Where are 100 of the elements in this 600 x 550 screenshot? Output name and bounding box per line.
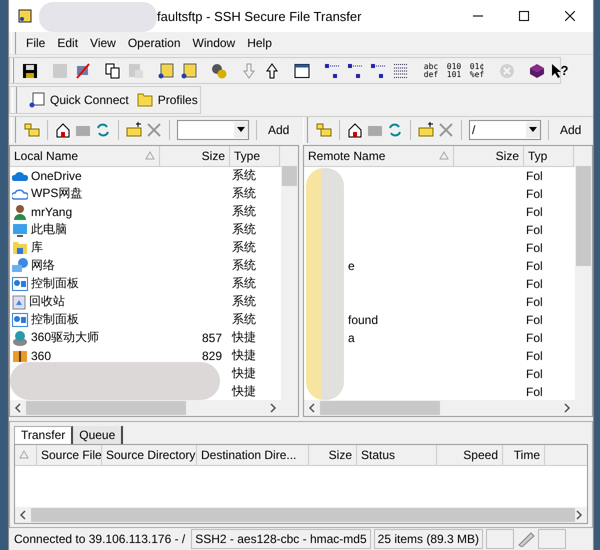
app-icon — [17, 8, 33, 24]
column-header[interactable]: Source Directory — [102, 444, 197, 465]
file-name[interactable]: a — [348, 330, 355, 345]
format-button[interactable]: abc def — [420, 60, 442, 82]
column-header[interactable]: Speed — [437, 444, 503, 465]
home-icon[interactable] — [55, 122, 71, 138]
profiles-button[interactable]: Profiles — [136, 89, 198, 112]
copy-icon[interactable] — [105, 62, 121, 79]
file-name[interactable]: 回收站 — [29, 293, 65, 310]
quick-connect-button[interactable]: Quick Connect — [29, 89, 129, 112]
menu-item[interactable]: Help — [241, 36, 278, 50]
folders-icon[interactable] — [24, 122, 40, 138]
status-text: 25 items (89.3 MB) — [374, 529, 484, 550]
file-name[interactable]: found — [348, 312, 378, 327]
window-icon[interactable] — [294, 62, 310, 79]
control-panel-icon — [12, 312, 28, 327]
close-icon[interactable] — [565, 11, 575, 21]
file-name[interactable]: 360驱动大师 — [31, 329, 100, 346]
column-header[interactable]: Typ — [524, 146, 574, 166]
column-header[interactable]: Remote Name — [304, 146, 454, 166]
file-name[interactable]: 此电脑 — [31, 221, 67, 238]
scroll-left-icon[interactable] — [308, 402, 316, 413]
tab[interactable]: Transfer — [14, 426, 74, 444]
column-header[interactable]: Size — [454, 146, 524, 166]
path-dropdown[interactable]: / — [469, 120, 541, 140]
upload-icon[interactable] — [264, 62, 280, 79]
minimize-icon[interactable] — [473, 15, 483, 17]
horizontal-scrollbar[interactable] — [15, 507, 587, 524]
column-header[interactable]: Size — [160, 146, 230, 166]
file-type: Fol — [526, 294, 543, 309]
file-type: Fol — [526, 366, 543, 381]
vertical-scrollbar[interactable] — [575, 146, 592, 416]
new-folder-icon[interactable] — [126, 122, 142, 138]
profile-icon[interactable] — [181, 62, 197, 79]
disk-icon — [12, 330, 28, 346]
file-size: 857 — [202, 330, 222, 345]
save-icon[interactable] — [22, 62, 38, 79]
grid-icon[interactable] — [393, 62, 409, 79]
column-header[interactable]: Destination Dire... — [197, 444, 309, 465]
file-name[interactable]: 控制面板 — [31, 275, 79, 292]
recycle-bin-icon — [12, 294, 26, 310]
list-icon[interactable] — [347, 62, 363, 79]
column-header[interactable]: Local Name — [10, 146, 160, 166]
vertical-scrollbar[interactable] — [281, 146, 298, 416]
status-text: SSH2 - aes128-cbc - hmac-md5 — [191, 529, 371, 550]
list-icon[interactable] — [324, 62, 340, 79]
file-type: 快捷 — [232, 383, 256, 400]
menu-item[interactable]: Window — [186, 36, 242, 50]
refresh-icon[interactable] — [95, 122, 111, 138]
menu-item[interactable]: Operation — [122, 36, 187, 50]
dropdown-arrow-icon[interactable] — [237, 127, 245, 132]
menu-item[interactable]: Edit — [51, 36, 84, 50]
file-name[interactable]: mrYang — [31, 204, 72, 219]
file-type: 系统 — [232, 185, 256, 202]
book-icon[interactable] — [529, 62, 545, 79]
dropdown-arrow-icon[interactable] — [529, 127, 537, 132]
maximize-icon[interactable] — [519, 11, 529, 21]
new-folder-icon[interactable] — [418, 122, 434, 138]
scroll-left-icon[interactable] — [19, 510, 27, 520]
computer-icon — [12, 222, 28, 238]
menu-item[interactable]: View — [84, 36, 122, 50]
file-type: 系统 — [232, 221, 256, 238]
list-icon[interactable] — [370, 62, 386, 79]
file-name[interactable]: 360 — [31, 348, 52, 363]
home-icon[interactable] — [347, 122, 363, 138]
help-button[interactable]: ? — [549, 60, 571, 82]
format-button[interactable]: 01¢ %ef — [466, 60, 488, 82]
scroll-right-icon[interactable] — [563, 402, 571, 413]
folders-icon[interactable] — [316, 122, 332, 138]
column-header[interactable]: Type — [230, 146, 280, 166]
file-name[interactable]: 网络 — [31, 257, 55, 274]
format-button[interactable]: 010 101 — [443, 60, 465, 82]
scroll-right-icon[interactable] — [575, 510, 583, 520]
file-size: 829 — [202, 348, 222, 363]
file-type: 快捷 — [232, 347, 256, 364]
add-button[interactable]: Add — [264, 120, 294, 140]
file-name[interactable]: OneDrive — [31, 168, 82, 183]
file-name[interactable]: 控制面板 — [31, 311, 79, 328]
file-name[interactable]: e — [348, 258, 355, 273]
horizontal-scrollbar[interactable] — [10, 400, 281, 416]
scroll-right-icon[interactable] — [269, 402, 277, 413]
disconnect-icon[interactable] — [75, 62, 91, 79]
horizontal-scrollbar[interactable] — [304, 400, 575, 416]
file-type: Fol — [526, 222, 543, 237]
file-name[interactable]: WPS网盘 — [31, 185, 82, 202]
profile-icon[interactable] — [158, 62, 174, 79]
menu-item[interactable]: File — [20, 36, 52, 50]
file-name[interactable]: 库 — [31, 239, 43, 256]
column-header[interactable]: Status — [357, 444, 437, 465]
file-type: Fol — [526, 240, 543, 255]
scroll-left-icon[interactable] — [14, 402, 22, 413]
file-type: 系统 — [232, 257, 256, 274]
tab[interactable]: Queue — [73, 426, 124, 444]
file-type: Fol — [526, 276, 543, 291]
settings-icon[interactable] — [211, 62, 227, 79]
column-header[interactable]: Size — [309, 444, 357, 465]
add-button[interactable]: Add — [556, 120, 586, 140]
column-header[interactable]: Source File — [37, 444, 102, 465]
column-header[interactable]: Time — [503, 444, 545, 465]
refresh-icon[interactable] — [387, 122, 403, 138]
